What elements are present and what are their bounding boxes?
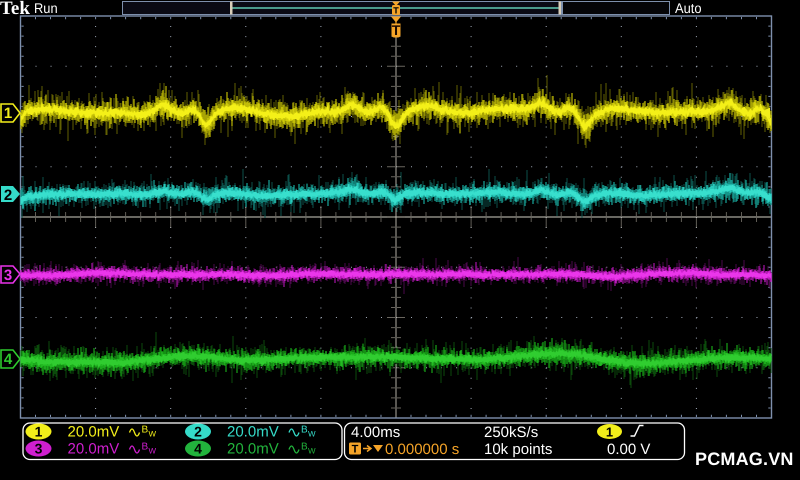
svg-text:2: 2 xyxy=(194,424,202,440)
svg-text:3: 3 xyxy=(4,267,12,284)
svg-text:10k points: 10k points xyxy=(484,441,552,458)
svg-text:4.00ms: 4.00ms xyxy=(351,424,400,441)
svg-text:250kS/s: 250kS/s xyxy=(484,424,538,441)
svg-text:3: 3 xyxy=(35,441,43,457)
svg-text:0.000000 s: 0.000000 s xyxy=(385,441,459,458)
svg-text:20.0mV: 20.0mV xyxy=(227,424,279,441)
svg-text:1: 1 xyxy=(606,425,613,440)
svg-text:0.00 V: 0.00 V xyxy=(607,441,650,458)
svg-text:W: W xyxy=(149,430,157,439)
svg-text:W: W xyxy=(308,447,316,456)
svg-text:4: 4 xyxy=(194,441,202,457)
svg-text:B: B xyxy=(301,442,308,453)
svg-text:20.0mV: 20.0mV xyxy=(227,441,279,458)
svg-text:20.0mV: 20.0mV xyxy=(68,441,120,458)
svg-text:PCMAG.VN: PCMAG.VN xyxy=(695,449,794,469)
svg-text:20.0mV: 20.0mV xyxy=(68,424,120,441)
svg-text:Run: Run xyxy=(34,0,58,16)
svg-text:Auto: Auto xyxy=(675,0,702,16)
svg-text:B: B xyxy=(142,442,149,453)
svg-text:T: T xyxy=(392,22,401,38)
svg-text:4: 4 xyxy=(4,351,13,368)
svg-text:1: 1 xyxy=(4,105,12,122)
svg-text:T: T xyxy=(393,6,399,16)
svg-text:T: T xyxy=(352,444,359,456)
svg-text:W: W xyxy=(308,430,316,439)
svg-text:B: B xyxy=(301,425,308,436)
svg-text:2: 2 xyxy=(4,187,12,204)
svg-text:Tek: Tek xyxy=(0,0,30,19)
svg-text:1: 1 xyxy=(35,424,43,440)
svg-text:W: W xyxy=(149,447,157,456)
svg-text:B: B xyxy=(142,425,149,436)
